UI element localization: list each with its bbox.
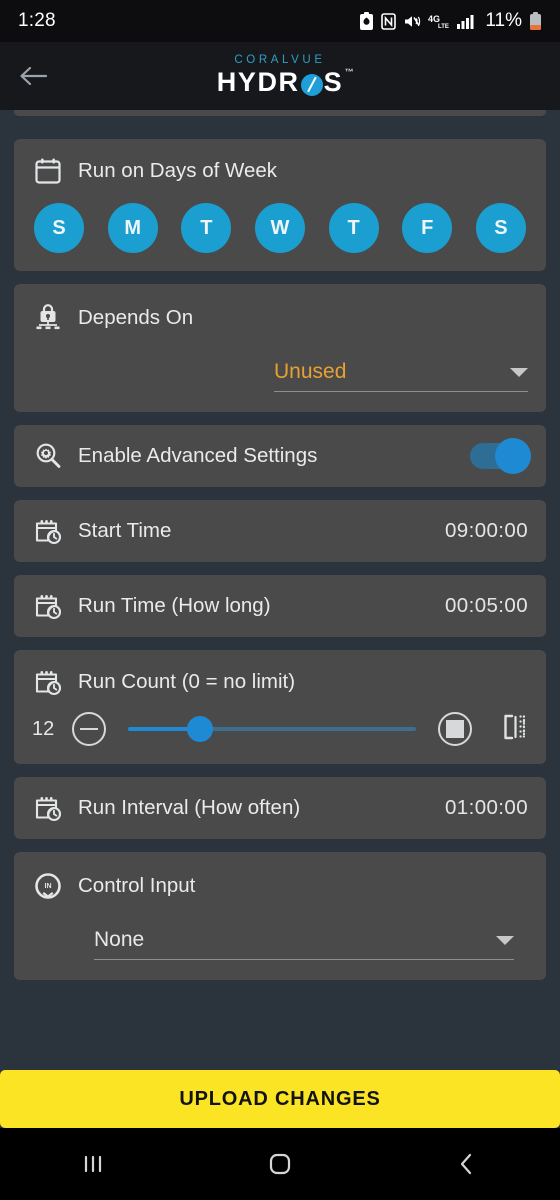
day-toggle-monday[interactable]: M: [107, 203, 158, 253]
partial-card-above: [14, 110, 546, 116]
brand-coralvue: CORALVUE: [234, 54, 326, 66]
calendar-clock-icon: [32, 590, 64, 622]
day-toggle-tuesday[interactable]: T: [181, 203, 232, 253]
battery-low-icon: [529, 11, 542, 31]
app-bar: CORALVUE HYDR S ™: [0, 42, 560, 110]
status-icon-group: 4G LTE 11%: [359, 10, 542, 32]
plus-bar-h: [446, 720, 464, 722]
minus-bar: [80, 728, 98, 730]
depends-on-header: Depends On: [32, 302, 528, 334]
card-control-input: IN Control Input None: [14, 852, 546, 980]
control-input-dropdown[interactable]: None: [94, 928, 514, 960]
plus-circle-icon[interactable]: [438, 712, 472, 746]
depends-on-value: Unused: [274, 360, 347, 383]
run-count-slider[interactable]: [128, 712, 416, 746]
day-toggle-sunday[interactable]: S: [34, 203, 84, 253]
vibrate-mute-icon: [403, 12, 421, 31]
plus-bar-v: [446, 720, 448, 738]
chevron-down-icon: [510, 367, 528, 377]
day-toggle-wednesday[interactable]: W: [254, 203, 305, 253]
chevron-down-icon: [496, 935, 514, 945]
back-arrow-icon[interactable]: [0, 65, 66, 87]
card-run-time[interactable]: Run Time (How long) 00:05:00: [14, 575, 546, 637]
days-of-week-row: S M T W T F S: [32, 203, 528, 253]
card-label: Control Input: [78, 874, 196, 897]
run-time-value: 00:05:00: [445, 594, 528, 617]
trademark-symbol: ™: [344, 67, 356, 77]
calendar-icon: [32, 155, 64, 187]
signal-bars-icon: [457, 12, 477, 31]
run-count-header: Run Count (0 = no limit): [32, 666, 528, 698]
calendar-clock-icon: [32, 515, 64, 547]
slider-thumb[interactable]: [187, 716, 213, 742]
numeric-input-icon[interactable]: [502, 713, 528, 746]
upload-changes-button[interactable]: UPLOAD CHANGES: [0, 1070, 560, 1128]
brand-hydros: HYDR S ™: [216, 67, 354, 98]
advanced-header: Enable Advanced Settings: [32, 440, 317, 472]
settings-search-icon: [32, 440, 64, 472]
card-label: Run Time (How long): [78, 594, 271, 617]
days-header: Run on Days of Week: [32, 155, 528, 187]
nfc-icon: [381, 12, 397, 31]
leaf-icon: [300, 73, 323, 96]
plus-holder: [446, 720, 464, 738]
calendar-clock-icon: [32, 666, 64, 698]
recents-icon[interactable]: [33, 1151, 153, 1177]
battery-percent-label: 11%: [485, 10, 522, 31]
card-label: Run on Days of Week: [78, 159, 278, 182]
svg-text:IN: IN: [45, 883, 52, 890]
status-clock: 1:28: [18, 10, 56, 31]
run-time-header: Run Time (How long): [32, 590, 271, 622]
control-input-icon: IN: [32, 870, 64, 902]
4g-lte-icon: 4G LTE: [428, 12, 450, 31]
svg-text:4G: 4G: [428, 14, 440, 24]
depends-on-dropdown[interactable]: Unused: [274, 360, 528, 392]
settings-scroll-area[interactable]: Run on Days of Week S M T W T F S Depend…: [0, 110, 560, 1070]
control-input-value: None: [94, 928, 145, 951]
hydros-logo: CORALVUE HYDR S ™: [0, 42, 560, 110]
upload-bar: UPLOAD CHANGES: [0, 1070, 560, 1128]
svg-text:LTE: LTE: [438, 24, 449, 30]
card-label: Run Count (0 = no limit): [78, 670, 296, 693]
run-count-value: 12: [32, 717, 55, 740]
run-interval-value: 01:00:00: [445, 796, 528, 819]
card-run-count: Run Count (0 = no limit) 12: [14, 650, 546, 764]
day-toggle-saturday[interactable]: S: [475, 203, 526, 253]
card-enable-advanced-settings[interactable]: Enable Advanced Settings: [14, 425, 546, 487]
start-time-value: 09:00:00: [445, 519, 528, 542]
day-toggle-thursday[interactable]: T: [328, 203, 379, 253]
card-label: Run Interval (How often): [78, 796, 301, 819]
run-interval-header: Run Interval (How often): [32, 792, 300, 824]
lock-network-icon: [32, 302, 64, 334]
app-screen: 1:28 4G LTE 11% CORALVUE HYDR S ™ Run on…: [0, 0, 560, 1200]
android-nav-bar: [0, 1128, 560, 1200]
home-icon[interactable]: [220, 1150, 340, 1178]
control-input-header: IN Control Input: [32, 870, 528, 902]
minus-circle-icon[interactable]: [72, 712, 106, 746]
start-time-header: Start Time: [32, 515, 171, 547]
status-bar: 1:28 4G LTE 11%: [0, 0, 560, 42]
card-start-time[interactable]: Start Time 09:00:00: [14, 500, 546, 562]
advanced-settings-toggle[interactable]: [470, 438, 531, 474]
card-label: Enable Advanced Settings: [78, 444, 318, 467]
back-icon[interactable]: [407, 1151, 527, 1177]
card-label: Depends On: [78, 306, 194, 329]
calendar-clock-icon: [32, 792, 64, 824]
run-count-controls: 12: [32, 712, 528, 746]
day-toggle-friday[interactable]: F: [402, 203, 453, 253]
brand-hydros-right: S: [323, 67, 344, 97]
card-run-on-days: Run on Days of Week S M T W T F S: [14, 139, 546, 271]
brand-hydros-left: HYDR: [216, 67, 300, 97]
card-depends-on: Depends On Unused: [14, 284, 546, 412]
card-label: Start Time: [78, 519, 172, 542]
battery-saver-icon: [359, 11, 374, 31]
card-run-interval[interactable]: Run Interval (How often) 01:00:00: [14, 777, 546, 839]
